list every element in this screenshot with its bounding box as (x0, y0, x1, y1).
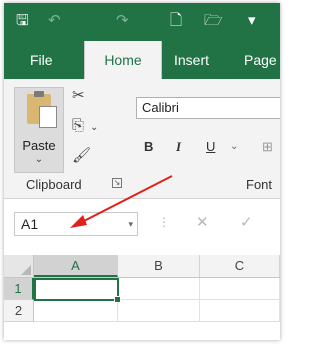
select-all-button[interactable] (4, 255, 34, 277)
underline-dropdown-icon[interactable]: ⌄ (230, 141, 238, 152)
paste-label: Paste (22, 138, 56, 153)
undo-icon[interactable]: ↶ (48, 9, 61, 33)
italic-button[interactable]: I (176, 139, 181, 155)
row-header-1[interactable]: 1 (4, 278, 34, 300)
column-header-c[interactable]: C (200, 255, 280, 277)
cut-icon[interactable]: ✂ (72, 87, 85, 105)
ribbon-tabs: File Home Insert Page L (4, 41, 280, 79)
cell-b1[interactable] (118, 278, 200, 300)
font-name-box[interactable]: Calibri (136, 97, 280, 119)
column-header-b[interactable]: B (118, 255, 200, 277)
column-header-a[interactable]: A (34, 255, 118, 277)
redo-icon[interactable]: ↷ (116, 9, 129, 33)
paste-dropdown-icon[interactable]: ⌄ (15, 154, 63, 165)
copy-icon[interactable]: ⎘ (72, 117, 84, 135)
name-box-value: A1 (21, 216, 39, 232)
ribbon: Paste ⌄ ✂ ⎘ ⌄ 🖌 Clipboard ↘ Calibri B I … (4, 79, 280, 199)
copy-dropdown-icon[interactable]: ⌄ (90, 119, 98, 137)
new-document-icon[interactable]: 🗋 (170, 9, 182, 33)
row-header-2[interactable]: 2 (4, 300, 34, 322)
excel-window: 🖫 ↶ ↷ 🗋 🗁 ▾ File Home Insert Page L Past… (4, 3, 280, 340)
formula-bar-handle-icon[interactable]: ⋮ (158, 215, 170, 229)
tab-page-layout[interactable]: Page L (244, 41, 280, 79)
formula-bar: A1 ▾ ⋮ ✕ ✓ (4, 199, 280, 247)
clipboard-launcher-icon[interactable]: ↘ (112, 178, 122, 188)
cell-c2[interactable] (200, 300, 280, 322)
fill-handle[interactable] (114, 296, 121, 303)
open-folder-icon[interactable]: 🗁 (204, 9, 223, 33)
cell-a2[interactable] (34, 300, 118, 322)
title-bar: 🖫 ↶ ↷ 🗋 🗁 ▾ (4, 3, 280, 41)
column-header-row: A B C (4, 255, 280, 278)
select-all-icon (21, 265, 31, 275)
name-box-dropdown-icon[interactable]: ▾ (128, 213, 133, 235)
clipboard-group-label: Clipboard (26, 177, 82, 192)
customize-qat-icon[interactable]: ▾ (248, 9, 256, 33)
tab-home[interactable]: Home (84, 41, 162, 79)
font-group-label: Font (246, 177, 273, 192)
cell-a1-active[interactable] (34, 278, 121, 303)
paste-button[interactable]: Paste ⌄ (14, 87, 64, 173)
cancel-icon[interactable]: ✕ (196, 213, 209, 231)
bold-button[interactable]: B (144, 139, 153, 154)
borders-icon[interactable]: ⊞ (262, 139, 273, 155)
tab-insert[interactable]: Insert (174, 41, 209, 79)
paste-paper-icon (39, 106, 57, 128)
worksheet-grid: A B C 1 2 (4, 247, 280, 340)
name-box[interactable]: A1 ▾ (14, 212, 138, 236)
underline-button[interactable]: U (206, 139, 215, 154)
save-icon[interactable]: 🖫 (16, 9, 29, 33)
format-painter-icon[interactable]: 🖌 (72, 147, 91, 165)
tab-file[interactable]: File (30, 41, 53, 79)
cell-b2[interactable] (118, 300, 200, 322)
enter-icon[interactable]: ✓ (240, 213, 253, 231)
cell-c1[interactable] (200, 278, 280, 300)
